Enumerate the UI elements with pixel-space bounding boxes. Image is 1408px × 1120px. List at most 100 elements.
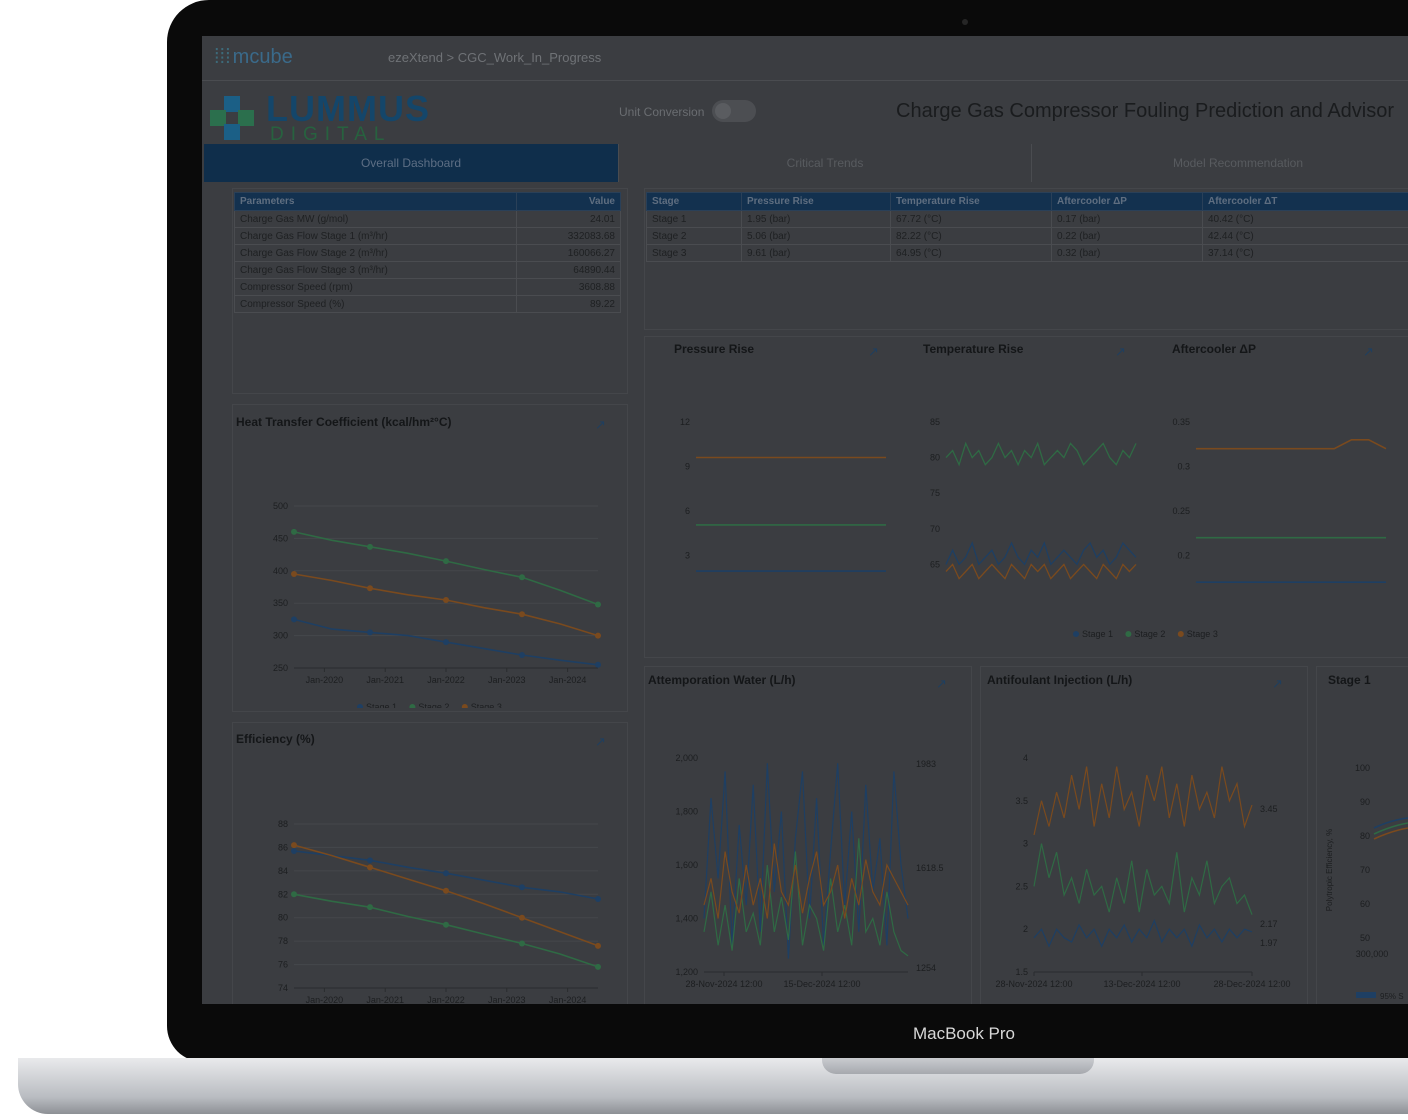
data-point	[443, 921, 449, 928]
y-tick-label: 3.5	[1015, 796, 1028, 806]
trend-icon[interactable]: ↗	[936, 676, 947, 692]
data-point	[443, 596, 449, 603]
table-row: Compressor Speed (%) 89.22	[233, 295, 621, 313]
attemporation-title: Attemporation Water (L/h)	[648, 673, 796, 687]
series-line-3	[945, 563, 1137, 580]
mcube-logo[interactable]: ⁞⁞⁞ mcube	[214, 46, 293, 69]
pressure-rise-title: Pressure Rise	[674, 342, 755, 356]
x-tick-label: 28-Dec-2024 12:00	[1213, 979, 1290, 989]
table-cell: 37.14 (°C)	[1202, 244, 1408, 262]
series-line-3	[1033, 766, 1253, 836]
stage1-title: Stage 1	[1328, 673, 1371, 687]
table-row: Charge Gas Flow Stage 2 (m³/hr) 160066.27	[233, 244, 621, 262]
x-tick-label: Jan-2020	[306, 675, 344, 685]
data-point	[291, 571, 297, 578]
table-cell: 24.01	[516, 210, 621, 228]
trend-icon[interactable]: ↗	[1272, 676, 1283, 692]
y-tick-label: 88	[278, 819, 288, 829]
x-tick-label: Jan-2023	[488, 995, 526, 1004]
x-tick-label: Jan-2020	[306, 995, 344, 1004]
tab-overall-dashboard[interactable]: Overall Dashboard	[204, 144, 619, 182]
y-tick-label: 0.35	[1172, 417, 1190, 427]
y-tick-label: 80	[930, 453, 940, 463]
annotation-label: 1.97	[1260, 938, 1278, 948]
x-tick-label: 300,000	[1356, 949, 1389, 959]
stage-table: Stage Pressure Rise Temperature Rise Aft…	[646, 192, 1408, 262]
y-tick-label: 70	[1360, 865, 1370, 875]
legend-label: Stage 2	[1134, 629, 1165, 639]
lummus-logo: LUMMUS DIGITAL	[210, 86, 430, 145]
y-tick-label: 0.2	[1177, 551, 1190, 561]
col-aftercooler-dt: Aftercooler ΔT	[1202, 192, 1408, 211]
data-point	[367, 904, 373, 911]
col-parameters: Parameters	[233, 192, 518, 211]
table-cell: 160066.27	[516, 244, 621, 262]
attemporation-chart: 2,000 1,800 1,600 1,400 1,200 28-Nov-2024 12:…	[675, 753, 943, 989]
table-cell: 5.06 (bar)	[741, 227, 891, 245]
table-cell: 82.22 (°C)	[890, 227, 1052, 245]
y-tick-label: 2	[1023, 924, 1028, 934]
x-tick-label: 28-Nov-2024 12:00	[685, 979, 762, 989]
y-tick-label: 85	[930, 417, 940, 427]
data-point	[519, 884, 525, 891]
legend-marker	[1073, 631, 1079, 637]
data-point	[595, 661, 601, 668]
table-cell: 64890.44	[516, 261, 621, 279]
data-point	[291, 616, 297, 623]
efficiency-title: Efficiency (%)	[236, 732, 315, 746]
data-point	[595, 942, 601, 949]
tab-critical-trends[interactable]: Critical Trends	[619, 144, 1032, 182]
data-point	[519, 940, 525, 947]
data-point	[291, 891, 297, 898]
antifoulant-title: Antifoulant Injection (L/h)	[987, 673, 1133, 687]
y-tick-label: 50	[1360, 933, 1370, 943]
legend-marker	[461, 704, 468, 708]
trend-icon[interactable]: ↗	[595, 417, 606, 433]
table-cell: 42.44 (°C)	[1202, 227, 1408, 245]
table-cell: Compressor Speed (%)	[233, 295, 518, 313]
tab-model-recommendation[interactable]: Model Recommendation	[1032, 144, 1408, 182]
trend-icon[interactable]: ↗	[1363, 344, 1374, 360]
unit-conversion-toggle[interactable]	[712, 100, 756, 122]
annotation-label: 3.45	[1260, 804, 1278, 814]
table-cell: Charge Gas Flow Stage 2 (m³/hr)	[233, 244, 518, 262]
table-cell: 3608.88	[516, 278, 621, 296]
device-label: MacBook Pro	[912, 1024, 1016, 1043]
laptop-notch	[822, 1058, 1094, 1074]
trend-icon[interactable]: ↗	[1115, 344, 1126, 360]
y-tick-label: 4	[1023, 753, 1028, 763]
tab-bar: Overall Dashboard Critical Trends Model …	[204, 144, 1408, 182]
table-cell: 332083.68	[516, 227, 621, 245]
data-point	[443, 887, 449, 894]
annotation-label: 1983	[916, 759, 936, 769]
y-tick-label: 1,600	[675, 860, 698, 870]
y-tick-label: 80	[278, 913, 288, 923]
data-point	[367, 864, 373, 871]
table-cell: 9.61 (bar)	[741, 244, 891, 262]
legend-label: Stage 1	[1082, 629, 1113, 639]
legend-marker	[1125, 631, 1132, 637]
y-tick-label: 300	[273, 631, 288, 641]
temperature-rise-chart: 85807570656028-Nov-2024 12:0016-Dec-2024…	[930, 417, 1137, 580]
x-tick-label: Jan-2021	[366, 995, 404, 1004]
camera-icon	[962, 19, 968, 25]
data-point	[595, 601, 601, 608]
header: LUMMUS DIGITAL Unit Conversion Charge Ga…	[202, 80, 1408, 145]
table-row: Compressor Speed (rpm) 3608.88	[233, 278, 621, 296]
table-row: Charge Gas MW (g/mol) 24.01	[233, 210, 621, 228]
stage-legend: Stage 1 Stage 2 Stage 3	[1073, 629, 1218, 639]
data-point	[367, 629, 373, 636]
breadcrumb[interactable]: ezeXtend > CGC_Work_In_Progress	[388, 50, 601, 65]
series-line-2	[293, 531, 599, 606]
y-tick-label: 74	[278, 983, 288, 993]
trend-icon[interactable]: ↗	[868, 344, 879, 360]
y-tick-label: 9	[685, 462, 690, 472]
x-tick-label: Jan-2022	[427, 675, 465, 685]
annotation-label: 1254	[916, 963, 936, 973]
series-line-3	[293, 844, 599, 947]
x-tick-label: Jan-2024	[549, 995, 587, 1004]
y-tick-label: 6	[685, 506, 690, 516]
y-tick-label: 250	[273, 663, 288, 673]
data-point	[519, 914, 525, 921]
trend-icon[interactable]: ↗	[595, 734, 606, 750]
